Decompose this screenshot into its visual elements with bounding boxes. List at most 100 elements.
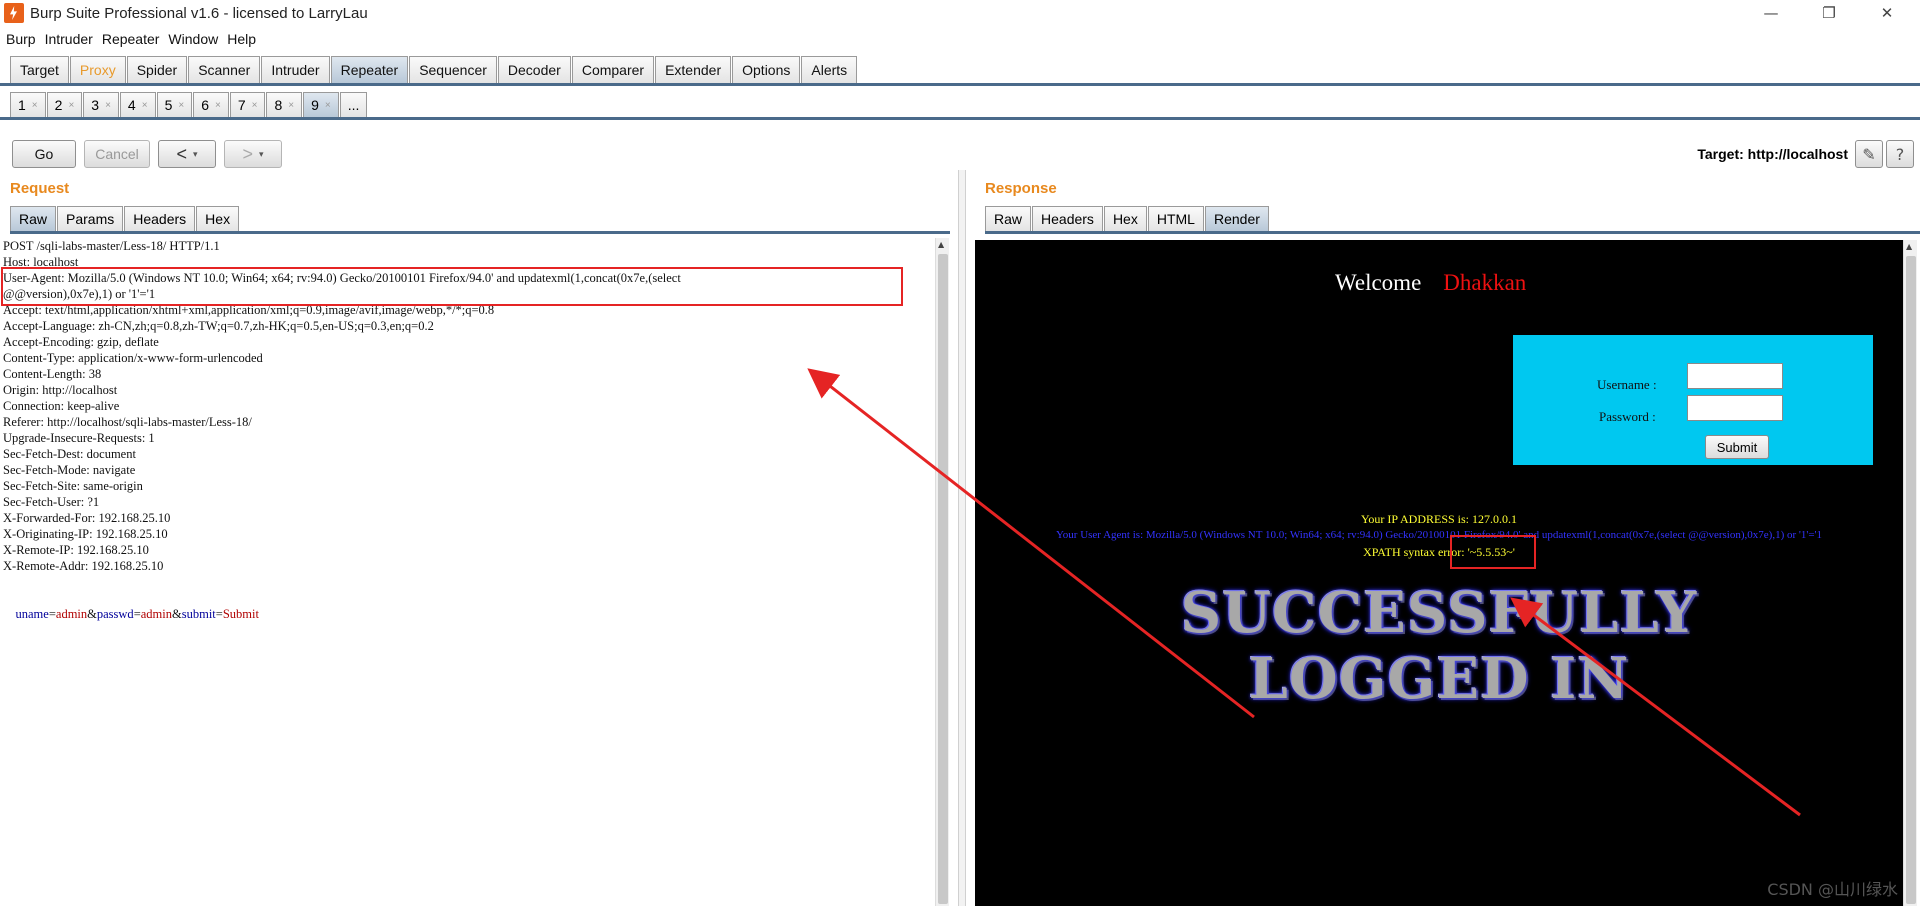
request-tab-hex[interactable]: Hex <box>196 206 240 231</box>
tab-scanner[interactable]: Scanner <box>188 56 261 83</box>
param-name: submit <box>181 607 216 621</box>
tab-repeater[interactable]: Repeater <box>330 56 409 83</box>
menu-intruder[interactable]: Intruder <box>45 31 93 47</box>
request-tab-raw[interactable]: Raw <box>10 206 57 231</box>
minimize-button[interactable]: — <box>1742 0 1800 26</box>
request-line: Sec-Fetch-Site: same-origin <box>3 479 143 493</box>
close-tab-icon[interactable]: × <box>142 100 148 111</box>
burp-logo-icon <box>4 3 24 23</box>
forward-arrow-icon: > <box>242 143 253 164</box>
response-tab-bar: Raw Headers Hex HTML Render <box>985 206 1920 234</box>
tab-intruder[interactable]: Intruder <box>261 56 330 83</box>
repeater-tab-label: 7 <box>237 97 246 113</box>
repeater-tab[interactable]: 8 × <box>266 92 303 117</box>
close-tab-icon[interactable]: × <box>105 100 111 111</box>
param-name: passwd <box>96 607 134 621</box>
menu-burp[interactable]: Burp <box>6 31 36 47</box>
tab-options[interactable]: Options <box>732 56 801 83</box>
request-line: Sec-Fetch-Dest: document <box>3 447 136 461</box>
repeater-tab-label: 5 <box>164 97 173 113</box>
menu-window[interactable]: Window <box>168 31 218 47</box>
close-tab-icon[interactable]: × <box>325 100 331 111</box>
request-line: Connection: keep-alive <box>3 399 120 413</box>
main-tab-bar: Target Proxy Spider Scanner Intruder Rep… <box>0 56 1920 86</box>
request-body: uname=admin&passwd=admin&submit=Submit <box>0 590 935 621</box>
chevron-down-icon[interactable]: ▾ <box>193 149 198 160</box>
tab-comparer[interactable]: Comparer <box>571 56 655 83</box>
submit-button[interactable]: Submit <box>1705 435 1769 459</box>
close-button[interactable]: ✕ <box>1858 0 1916 26</box>
window-title: Burp Suite Professional v1.6 - licensed … <box>30 4 368 22</box>
forward-button[interactable]: > ▾ <box>224 140 282 168</box>
repeater-tab-label: 6 <box>201 97 209 113</box>
chevron-down-icon[interactable]: ▾ <box>259 149 264 160</box>
param-value: Submit <box>222 607 259 621</box>
menu-bar: Burp Intruder Repeater Window Help <box>0 28 1920 50</box>
close-tab-icon[interactable]: × <box>215 100 221 111</box>
param-separator: & <box>172 607 182 621</box>
welcome-name: Dhakkan <box>1443 270 1527 295</box>
repeater-tab[interactable]: 4 × <box>119 92 156 117</box>
username-field[interactable] <box>1687 363 1783 389</box>
repeater-tab[interactable]: 5 × <box>156 92 193 117</box>
scrollbar-thumb[interactable] <box>938 254 948 904</box>
param-name: uname <box>15 607 49 621</box>
request-tab-headers[interactable]: Headers <box>124 206 196 231</box>
success-banner-line2: LOGGED IN <box>1248 646 1630 712</box>
repeater-toolbar: Go Cancel < ▾ > ▾ Target: http://localhost… <box>0 128 1920 176</box>
repeater-tab[interactable]: 6 × <box>193 92 229 117</box>
close-tab-icon[interactable]: × <box>288 100 294 111</box>
tab-target[interactable]: Target <box>10 56 69 83</box>
tab-proxy[interactable]: Proxy <box>69 56 126 83</box>
request-heading: Request <box>10 180 70 197</box>
close-tab-icon[interactable]: × <box>68 100 74 111</box>
pencil-icon[interactable]: ✎ <box>1855 140 1883 168</box>
repeater-tab[interactable]: 7 × <box>229 92 266 117</box>
split-pane-divider[interactable] <box>958 170 966 906</box>
param-equals: = <box>48 607 56 621</box>
request-line: Sec-Fetch-Mode: navigate <box>3 463 136 477</box>
repeater-tab[interactable]: 1 × <box>10 92 46 117</box>
response-tab-raw[interactable]: Raw <box>985 206 1032 231</box>
tab-alerts[interactable]: Alerts <box>801 56 858 83</box>
new-repeater-tab[interactable]: ... <box>339 92 368 117</box>
request-tab-params[interactable]: Params <box>57 206 124 231</box>
tab-extender[interactable]: Extender <box>655 56 732 83</box>
request-line: Referer: http://localhost/sqli-labs-mast… <box>3 415 252 429</box>
go-button[interactable]: Go <box>12 140 76 168</box>
menu-repeater[interactable]: Repeater <box>102 31 160 47</box>
response-tab-hex[interactable]: Hex <box>1103 206 1147 231</box>
repeater-tab-label: 4 <box>127 97 136 113</box>
request-line: Accept-Language: zh-CN,zh;q=0.8,zh-TW;q=… <box>3 319 434 333</box>
back-button[interactable]: < ▾ <box>158 140 216 168</box>
param-value: admin <box>55 607 88 621</box>
close-tab-icon[interactable]: × <box>178 100 184 111</box>
scroll-up-icon[interactable]: ▲ <box>1906 242 1912 251</box>
tab-sequencer[interactable]: Sequencer <box>409 56 497 83</box>
response-tab-headers[interactable]: Headers <box>1032 206 1103 231</box>
back-arrow-icon: < <box>176 143 187 164</box>
request-editor[interactable]: POST /sqli-labs-master/Less-18/ HTTP/1.1… <box>0 238 935 906</box>
scroll-up-icon[interactable]: ▲ <box>938 240 944 249</box>
tab-spider[interactable]: Spider <box>126 56 188 83</box>
menu-help[interactable]: Help <box>227 31 256 47</box>
repeater-tab[interactable]: 2 × <box>46 92 83 117</box>
response-scrollbar[interactable]: ▲ <box>1903 240 1917 906</box>
repeater-tab-active[interactable]: 9 × <box>303 92 339 117</box>
response-tab-html[interactable]: HTML <box>1147 206 1204 231</box>
request-line: X-Originating-IP: 192.168.25.10 <box>3 527 168 541</box>
scrollbar-thumb[interactable] <box>1906 256 1916 904</box>
repeater-tab[interactable]: 3 × <box>83 92 119 117</box>
tab-decoder[interactable]: Decoder <box>497 56 571 83</box>
welcome-label: Welcome <box>1335 270 1422 295</box>
password-field[interactable] <box>1687 395 1783 421</box>
repeater-tab-label: 2 <box>54 97 63 113</box>
close-tab-icon[interactable]: × <box>252 100 258 111</box>
help-icon[interactable]: ? <box>1886 140 1914 168</box>
cancel-button[interactable]: Cancel <box>84 140 150 168</box>
restore-button[interactable]: ❐ <box>1800 0 1858 26</box>
request-line: Upgrade-Insecure-Requests: 1 <box>3 431 155 445</box>
response-tab-render[interactable]: Render <box>1204 206 1269 231</box>
request-scrollbar[interactable]: ▲ <box>935 238 949 906</box>
close-tab-icon[interactable]: × <box>32 100 38 111</box>
